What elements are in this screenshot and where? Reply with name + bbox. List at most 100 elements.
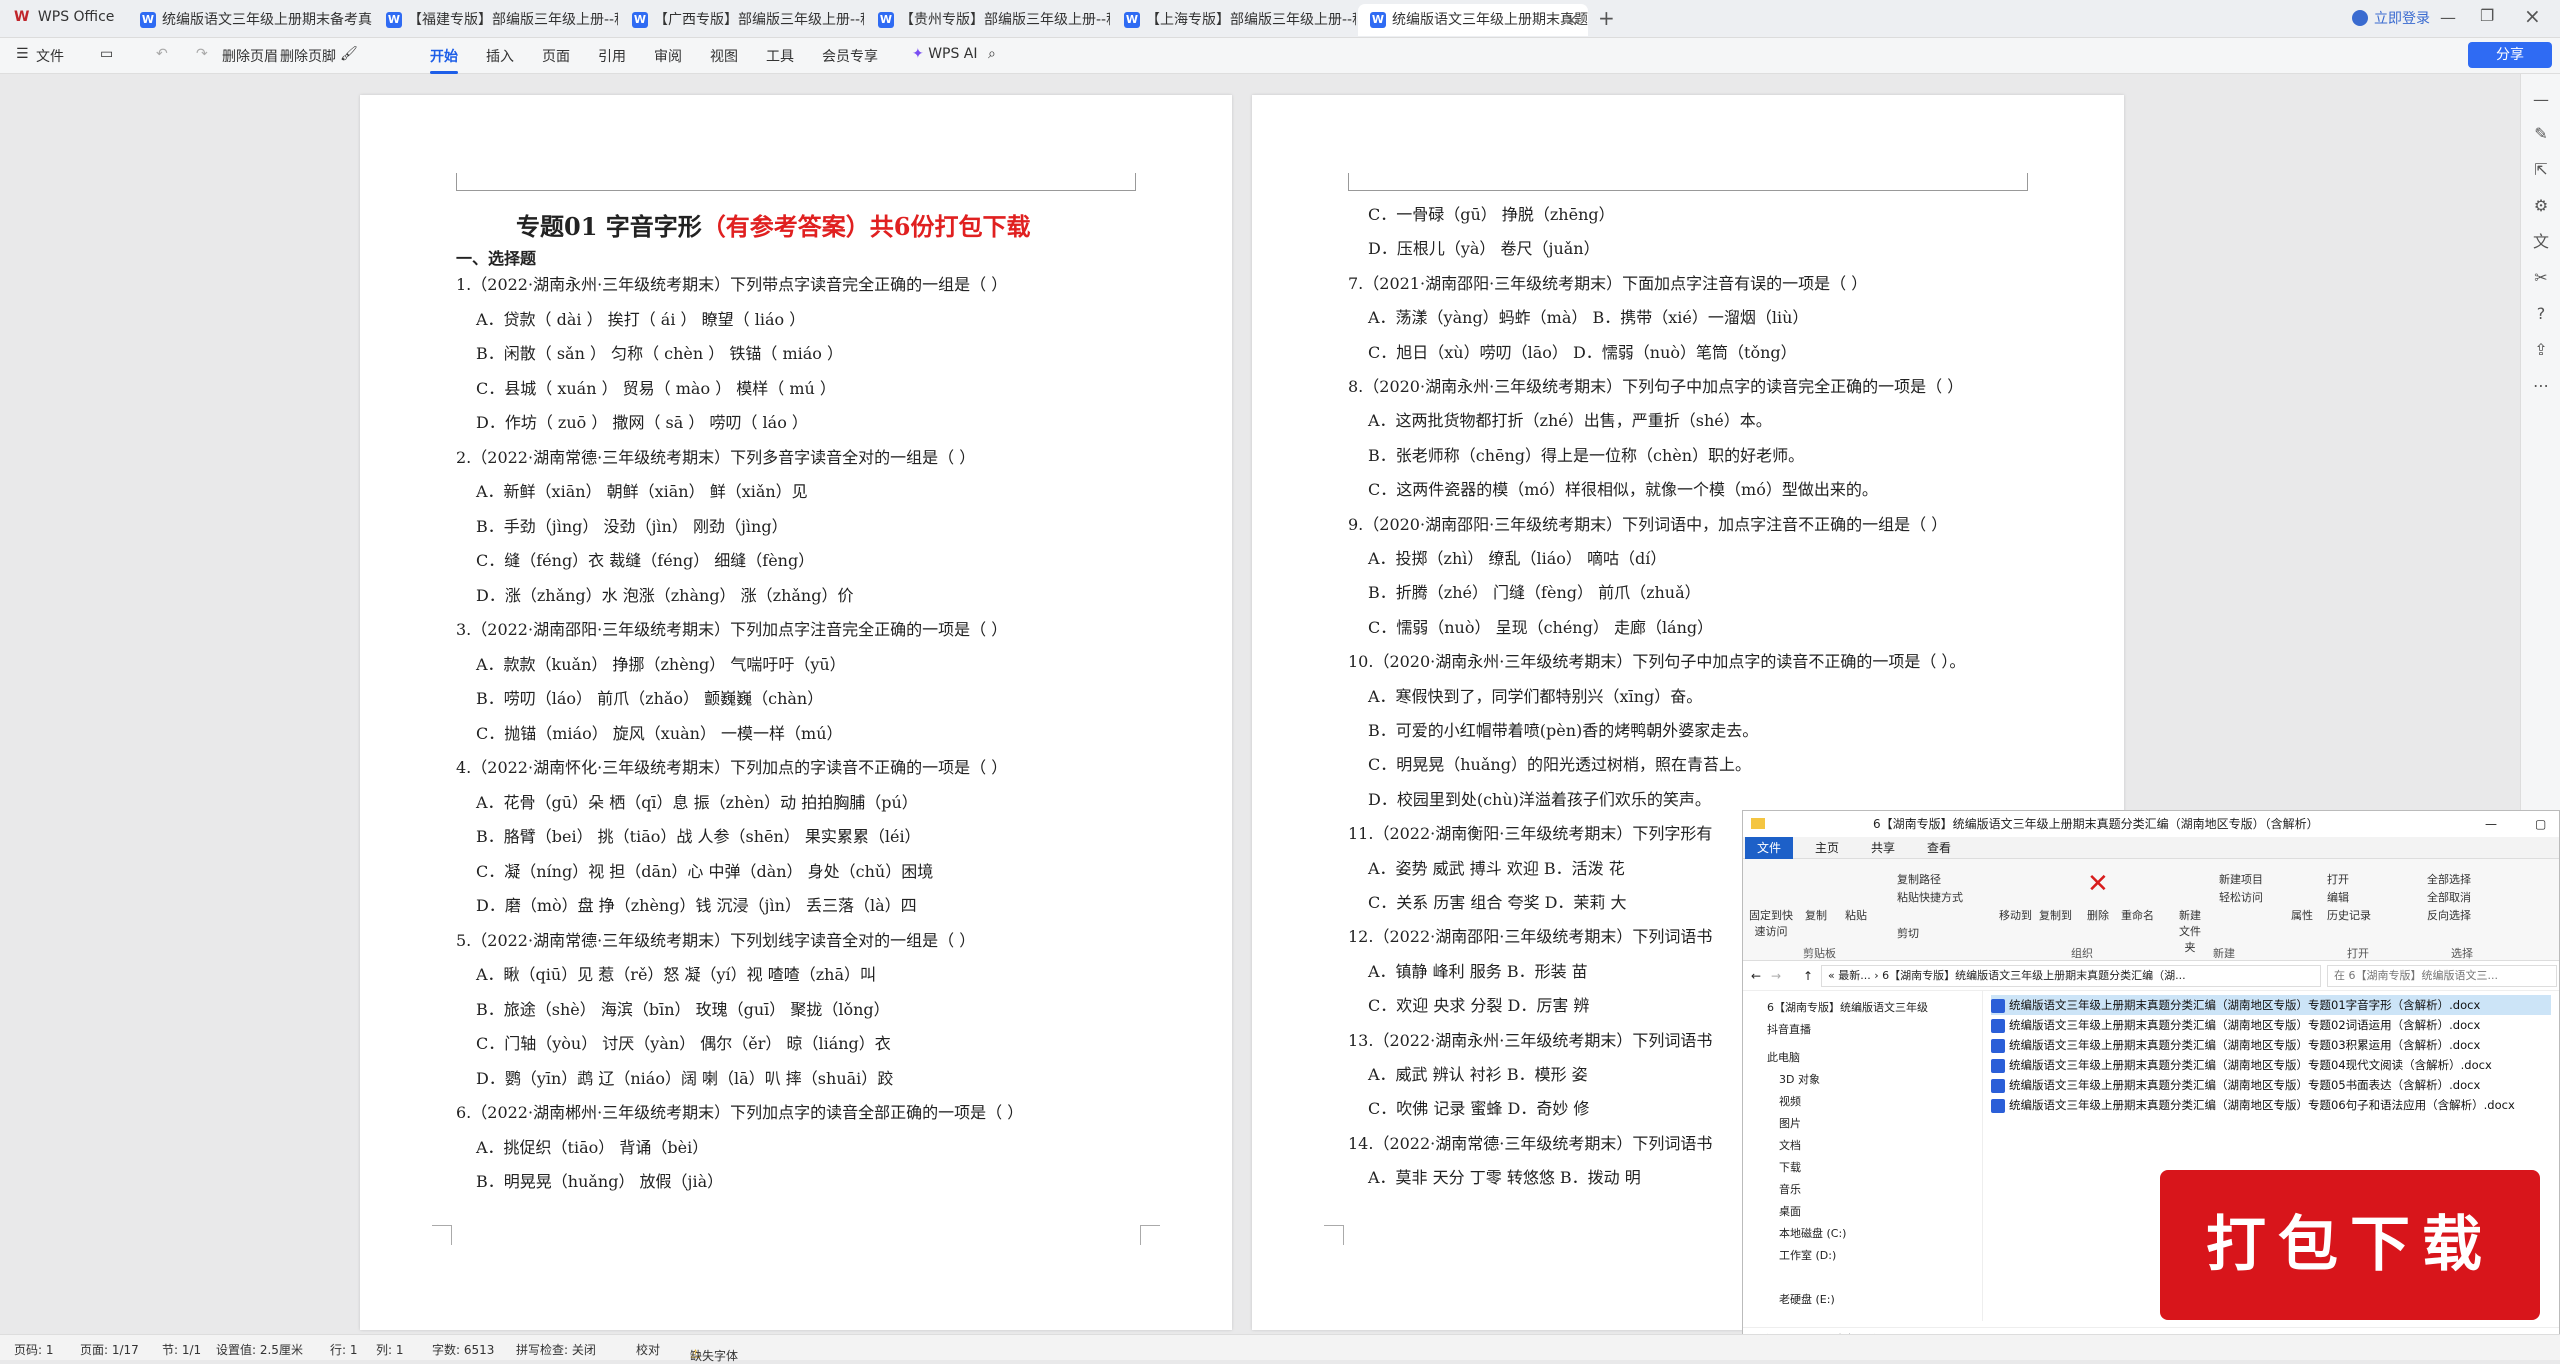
nav-item-documents[interactable]: 文档 — [1779, 1137, 1801, 1153]
tab-view[interactable]: 视图 — [710, 46, 738, 66]
copy-to-button[interactable]: 复制到 — [2039, 907, 2072, 923]
delete-footer-button[interactable]: 删除页脚 — [280, 46, 336, 66]
nav-item-pictures[interactable]: 图片 — [1779, 1115, 1801, 1131]
search-box[interactable]: 在 6【湖南专版】统编版语文三... — [2327, 965, 2557, 987]
rename-button[interactable]: 重命名 — [2121, 907, 2154, 923]
minimize-icon[interactable]: — — [2485, 811, 2497, 837]
minimize-icon[interactable]: — — [2440, 8, 2456, 27]
menu-icon[interactable]: ☰ — [16, 46, 29, 62]
new-folder-button[interactable]: 新建文件夹 — [2175, 907, 2205, 955]
undo-icon[interactable]: ↶ — [156, 46, 168, 62]
delete-button[interactable]: ✕ — [2087, 869, 2109, 899]
open-button[interactable]: 打开 — [2327, 871, 2349, 887]
paste-button[interactable]: 粘贴 — [1845, 907, 1867, 923]
explorer-tab-view[interactable]: 查看 — [1915, 837, 1963, 859]
select-none-button[interactable]: 全部取消 — [2427, 889, 2471, 905]
more-icon[interactable]: ⋯ — [2531, 376, 2551, 396]
collapse-icon[interactable]: — — [2531, 90, 2551, 110]
forward-icon[interactable]: → — [1771, 969, 1781, 983]
file-row[interactable]: 统编版语文三年级上册期末真题分类汇编（湖南地区专版）专题06句子和语法应用（含解… — [1991, 1095, 2551, 1115]
history-button[interactable]: 历史记录 — [2327, 907, 2371, 923]
easy-access-button[interactable]: 轻松访问 — [2219, 889, 2263, 905]
tab-home[interactable]: 开始 — [430, 46, 458, 74]
status-proof[interactable]: 校对 — [636, 1341, 660, 1358]
doc-tab-1[interactable]: W 统编版语文三年级上册期末备考真题汇 — [128, 4, 372, 36]
nav-item-3d-objects[interactable]: 3D 对象 — [1779, 1071, 1820, 1087]
wps-logo[interactable]: W WPS Office — [14, 9, 114, 25]
translate-icon[interactable]: 文 — [2531, 232, 2551, 252]
tab-review[interactable]: 审阅 — [654, 46, 682, 66]
answer-option: C．县城（ xuán ） 贸易（ mào ） 模样（ mú ） — [476, 378, 836, 398]
nav-item-downloads[interactable]: 下载 — [1779, 1159, 1801, 1175]
tab-reference[interactable]: 引用 — [598, 46, 626, 66]
explorer-tab-file[interactable]: 文件 — [1745, 837, 1794, 859]
move-to-button[interactable]: 移动到 — [1999, 907, 2032, 923]
tab-page[interactable]: 页面 — [542, 46, 570, 66]
invert-selection-button[interactable]: 反向选择 — [2427, 907, 2471, 923]
copy-path-button[interactable]: 复制路径 — [1897, 871, 1941, 887]
tab-member[interactable]: 会员专享 — [822, 46, 878, 66]
nav-item-douyin[interactable]: 抖音直播 — [1767, 1021, 1811, 1037]
document-page-left[interactable]: 专题01 字音字形（有参考答案）共6份打包下载 一、选择题 1.（2022·湖南… — [360, 95, 1232, 1330]
file-row[interactable]: 统编版语文三年级上册期末真题分类汇编（湖南地区专版）专题03积累运用（含解析）.… — [1991, 1035, 2551, 1055]
doc-tab-2[interactable]: W 【福建专版】部编版三年级上册--积累 — [374, 4, 618, 36]
close-tab-icon[interactable]: × — [1565, 4, 1578, 36]
question-stem: 2.（2022·湖南常德·三年级统考期末）下列多音字读音全对的一组是（ ） — [456, 447, 976, 467]
paste-shortcut-button[interactable]: 粘贴快捷方式 — [1897, 889, 1963, 905]
share-button[interactable]: 分享 — [2468, 42, 2552, 68]
wps-ai-button[interactable]: ✦ WPS AI — [912, 46, 978, 62]
pin-quick-access-button[interactable]: 固定到快速访问 — [1749, 907, 1793, 939]
nav-item-current-folder[interactable]: 6【湖南专版】统编版语文三年级 — [1767, 999, 1928, 1015]
doc-tab-6-active[interactable]: W 统编版语文三年级上册期末真题 × — [1358, 4, 1588, 36]
select-icon[interactable]: ⇱ — [2531, 160, 2551, 180]
user-icon[interactable] — [2352, 10, 2368, 26]
file-menu[interactable]: 文件 — [36, 46, 64, 66]
nav-item-desktop[interactable]: 桌面 — [1779, 1203, 1801, 1219]
tab-tools[interactable]: 工具 — [766, 46, 794, 66]
doc-tab-3[interactable]: W 【广西专版】部编版三年级上册--积累 — [620, 4, 864, 36]
help-icon[interactable]: ? — [2531, 304, 2551, 324]
pen-icon[interactable]: ✎ — [2531, 124, 2551, 144]
new-tab-button[interactable]: + — [1598, 6, 1615, 30]
login-link[interactable]: 立即登录 — [2374, 8, 2430, 28]
nav-item-videos[interactable]: 视频 — [1779, 1093, 1801, 1109]
settings-icon[interactable]: ⚙ — [2531, 196, 2551, 216]
close-window-icon[interactable]: × — [2524, 4, 2541, 28]
properties-button[interactable]: 属性 — [2291, 907, 2313, 923]
answer-option: C．吹佛 记录 蜜蜂 D．奇妙 修 — [1368, 1099, 1590, 1119]
nav-item-music[interactable]: 音乐 — [1779, 1181, 1801, 1197]
copy-button[interactable]: 复制 — [1805, 907, 1827, 923]
file-row[interactable]: 统编版语文三年级上册期末真题分类汇编（湖南地区专版）专题04现代文阅读（含解析）… — [1991, 1055, 2551, 1075]
edit-button[interactable]: 编辑 — [2327, 889, 2349, 905]
share-icon[interactable]: ⇪ — [2531, 340, 2551, 360]
file-row[interactable]: 统编版语文三年级上册期末真题分类汇编（湖南地区专版）专题02词语运用（含解析）.… — [1991, 1015, 2551, 1035]
back-icon[interactable]: ← — [1751, 969, 1761, 983]
nav-item-this-pc[interactable]: 此电脑 — [1767, 1049, 1800, 1065]
redo-icon[interactable]: ↷ — [196, 46, 208, 62]
nav-item-drive-c[interactable]: 本地磁盘 (C:) — [1779, 1225, 1846, 1241]
save-icon[interactable]: ▭ — [100, 46, 113, 62]
status-pages[interactable]: 页面: 1/17 — [80, 1341, 139, 1358]
search-icon[interactable]: ⌕ — [988, 46, 996, 62]
address-field[interactable]: « 最新... › 6【湖南专版】统编版语文三年级上册期末真题分类汇编（湖... — [1821, 965, 2321, 987]
doc-tab-5[interactable]: W 【上海专版】部编版三年级上册--积累 — [1112, 4, 1356, 36]
explorer-tab-home[interactable]: 主页 — [1803, 837, 1851, 859]
tools-icon[interactable]: ✂ — [2531, 268, 2551, 288]
maximize-icon[interactable]: ▢ — [2535, 811, 2546, 837]
maximize-icon[interactable]: ❐ — [2480, 6, 2494, 25]
new-item-button[interactable]: 新建项目 — [2219, 871, 2263, 887]
file-row[interactable]: 统编版语文三年级上册期末真题分类汇编（湖南地区专版）专题05书面表达（含解析）.… — [1991, 1075, 2551, 1095]
explorer-tab-share[interactable]: 共享 — [1859, 837, 1907, 859]
delete-header-button[interactable]: 删除页眉 — [222, 46, 278, 66]
status-spell[interactable]: 拼写检查: 关闭 — [516, 1341, 596, 1358]
select-all-button[interactable]: 全部选择 — [2427, 871, 2471, 887]
up-icon[interactable]: ↑ — [1803, 969, 1813, 983]
doc-tab-4[interactable]: W 【贵州专版】部编版三年级上册--积累 — [866, 4, 1110, 36]
status-words[interactable]: 字数: 6513 — [432, 1341, 494, 1358]
format-painter-icon[interactable]: 🖌 — [340, 46, 358, 62]
file-row[interactable]: 统编版语文三年级上册期末真题分类汇编（湖南地区专版）专题01字音字形（含解析）.… — [1991, 995, 2551, 1015]
cut-button[interactable]: 剪切 — [1897, 925, 1919, 941]
tab-insert[interactable]: 插入 — [486, 46, 514, 66]
nav-item-drive-d[interactable]: 工作室 (D:) — [1779, 1247, 1836, 1263]
nav-item-drive-e[interactable]: 老硬盘 (E:) — [1779, 1291, 1835, 1307]
